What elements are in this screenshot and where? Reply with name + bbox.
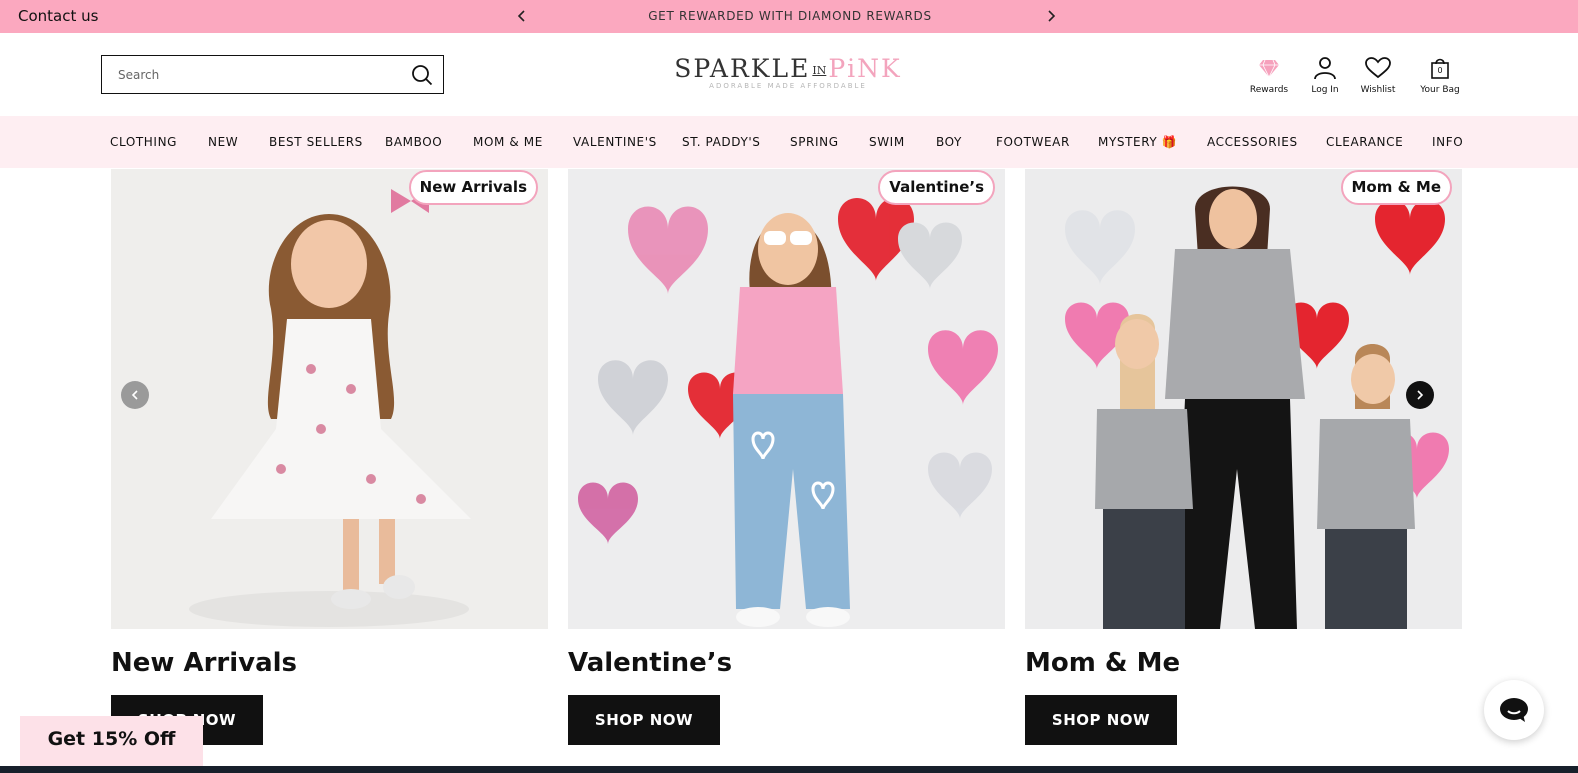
carousel-next-button[interactable] (1406, 381, 1434, 409)
nav-item-best-sellers[interactable]: BEST SELLERS (269, 135, 363, 149)
shopping-bag-icon: 0 (1415, 55, 1465, 81)
nav-item-valentines[interactable]: VALENTINE'S (573, 135, 657, 149)
announcement-next-button[interactable] (1044, 8, 1058, 24)
discount-popup-tab[interactable]: Get 15% Off (20, 716, 203, 773)
collection-card-mom-and-me: Mom & Me Mom & Me SHOP NOW (1025, 169, 1462, 745)
wishlist-label: Wishlist (1360, 85, 1396, 95)
bag-button[interactable]: 0 Your Bag (1415, 55, 1465, 95)
chevron-left-icon (517, 10, 525, 22)
nav-item-clearance[interactable]: CLEARANCE (1326, 135, 1403, 149)
nav-item-clothing[interactable]: CLOTHING (110, 135, 177, 149)
nav-item-mystery[interactable]: MYSTERY 🎁 (1098, 135, 1177, 149)
nav-item-mom-and-me[interactable]: MOM & ME (473, 135, 543, 149)
collection-card-new-arrivals: New Arrivals New Arrivals SHOP NOW (111, 169, 548, 745)
diamond-icon (1243, 55, 1295, 81)
collection-image-mom-and-me[interactable]: Mom & Me (1025, 169, 1462, 629)
search-box (101, 55, 444, 94)
bag-label: Your Bag (1420, 85, 1460, 95)
site-header: SPARKLEINPiNK ADORABLE MADE AFFORDABLE R… (0, 33, 1578, 116)
nav-item-st-paddys[interactable]: ST. PADDY'S (682, 135, 761, 149)
footer-edge (0, 766, 1578, 773)
nav-item-bamboo[interactable]: BAMBOO (385, 135, 442, 149)
nav-item-new[interactable]: NEW (208, 135, 238, 149)
nav-item-footwear[interactable]: FOOTWEAR (996, 135, 1070, 149)
site-logo[interactable]: SPARKLE INPiNK ADORABLE MADE AFFORDABLE (640, 55, 936, 90)
user-icon (1305, 55, 1345, 81)
collection-image-valentines[interactable]: Valentine’s (568, 169, 1005, 629)
collection-card-valentines: Valentine’s Valentine’s SHOP NOW (568, 169, 1005, 745)
search-icon[interactable] (411, 64, 433, 90)
chevron-right-icon (1048, 10, 1056, 22)
collection-title-mom-and-me[interactable]: Mom & Me (1025, 648, 1180, 678)
nav-item-info[interactable]: INFO (1432, 135, 1463, 149)
logo-word-in: IN (812, 63, 827, 77)
chevron-left-icon (131, 390, 138, 400)
carousel-prev-button[interactable] (121, 381, 149, 409)
shop-now-button-valentines[interactable]: SHOP NOW (568, 695, 720, 745)
nav-item-swim[interactable]: SWIM (869, 135, 905, 149)
wishlist-button[interactable]: Wishlist (1355, 55, 1401, 95)
shop-now-button-mom-and-me[interactable]: SHOP NOW (1025, 695, 1177, 745)
announcement-prev-button[interactable] (515, 8, 529, 24)
login-button[interactable]: Log In (1305, 55, 1345, 95)
collection-title-valentines[interactable]: Valentine’s (568, 648, 732, 678)
bag-count: 0 (1437, 66, 1443, 75)
login-label: Log In (1311, 85, 1339, 95)
nav-item-boy[interactable]: BOY (936, 135, 962, 149)
chat-bubble-icon (1500, 698, 1528, 722)
contact-us-link[interactable]: Contact us (18, 7, 98, 25)
collection-image-new-arrivals[interactable]: New Arrivals (111, 169, 548, 629)
collection-title-new-arrivals[interactable]: New Arrivals (111, 648, 297, 678)
nav-item-accessories[interactable]: ACCESSORIES (1207, 135, 1298, 149)
badge-new-arrivals: New Arrivals (408, 170, 538, 205)
heart-icon (1355, 55, 1401, 81)
chat-widget-button[interactable] (1484, 680, 1544, 740)
search-input[interactable] (102, 56, 402, 93)
announcement-bar: Contact us GET REWARDED WITH DIAMOND REW… (0, 0, 1578, 33)
main-nav: CLOTHING NEW BEST SELLERS BAMBOO MOM & M… (0, 116, 1578, 168)
badge-valentines: Valentine’s (878, 170, 995, 205)
logo-word-pink: PiNK (828, 54, 902, 83)
chevron-right-icon (1417, 390, 1424, 400)
logo-word-sparkle: SPARKLE (674, 54, 811, 83)
nav-item-spring[interactable]: SPRING (790, 135, 839, 149)
announcement-message[interactable]: GET REWARDED WITH DIAMOND REWARDS (560, 9, 1020, 23)
rewards-button[interactable]: Rewards (1243, 55, 1295, 95)
badge-mom-and-me: Mom & Me (1340, 170, 1452, 205)
rewards-label: Rewards (1249, 85, 1289, 95)
